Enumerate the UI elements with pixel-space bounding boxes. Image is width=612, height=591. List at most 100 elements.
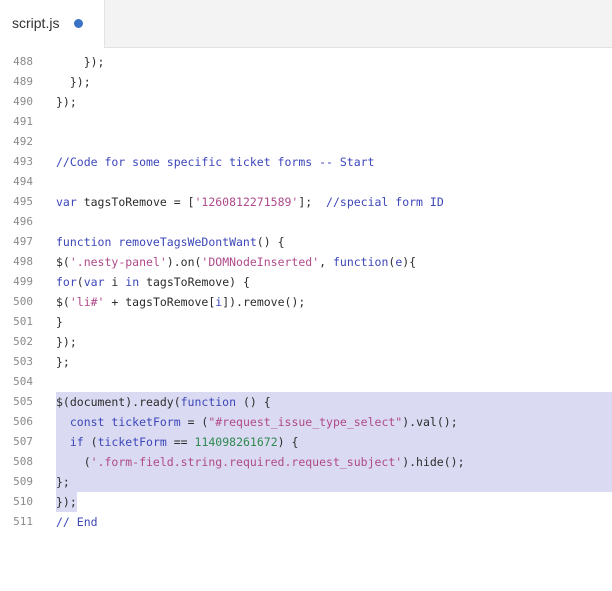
line-number: 509 — [13, 475, 33, 488]
line-number: 506 — [13, 415, 33, 428]
code-line[interactable]: 503}; — [0, 352, 612, 372]
code-text: if (ticketForm == 114098261672) { — [56, 432, 299, 452]
unsaved-dot-icon[interactable] — [74, 19, 83, 28]
code-token: var — [56, 195, 84, 209]
code-text: // End — [56, 512, 98, 532]
code-text: }; — [56, 472, 70, 492]
code-token: removeTagsWeDontWant — [118, 235, 257, 249]
code-line[interactable]: 497 function removeTagsWeDontWant() { — [0, 232, 612, 252]
line-number: 497 — [13, 235, 33, 248]
code-line[interactable]: 506 const ticketForm = ("#request_issue_… — [0, 412, 612, 432]
code-token: = ( — [180, 415, 209, 429]
code-line[interactable]: 509}; — [0, 472, 612, 492]
line-number: 494 — [13, 175, 33, 188]
code-token: if — [69, 435, 91, 449]
code-line[interactable]: 507 if (ticketForm == 114098261672) { — [0, 432, 612, 452]
code-token: 114098261672 — [194, 435, 278, 449]
code-line[interactable]: 492 — [0, 132, 612, 152]
code-text: for(var i in tagsToRemove) { — [56, 272, 250, 292]
code-text: }); — [56, 492, 77, 512]
code-token: $( — [56, 295, 70, 309]
code-line[interactable]: 510}); — [0, 492, 612, 512]
code-token: tagsToRemove) { — [146, 275, 250, 289]
code-token: , — [319, 255, 333, 269]
code-text: }); — [56, 332, 77, 352]
code-token: + tagsToRemove[ — [104, 295, 216, 309]
code-line[interactable]: 495 var tagsToRemove = ['1260812271589'];… — [0, 192, 612, 212]
code-token: () { — [236, 395, 271, 409]
line-number: 493 — [13, 155, 33, 168]
code-text: $('.nesty-panel').on('DOMNodeInserted', … — [56, 252, 416, 272]
code-token: //special form ID — [326, 195, 444, 209]
code-line[interactable]: 502}); — [0, 332, 612, 352]
code-token: ]; — [298, 195, 327, 209]
code-editor[interactable]: 488 }); 489 }); 490}); 491 492 493//Code for … — [0, 52, 612, 591]
code-text: }; — [56, 352, 70, 372]
code-token: ( — [76, 275, 84, 289]
code-line[interactable]: 504 — [0, 372, 612, 392]
line-number: 499 — [13, 275, 33, 288]
line-number: 501 — [13, 315, 33, 328]
code-text: const ticketForm = ("#request_issue_type… — [56, 412, 458, 432]
code-token: // End — [56, 515, 98, 529]
line-number: 489 — [13, 75, 33, 88]
code-token: ]).remove(); — [222, 295, 306, 309]
code-token: ticketForm — [111, 415, 181, 429]
line-number: 496 — [13, 215, 33, 228]
code-token: ( — [90, 435, 98, 449]
code-token: ).hide(); — [402, 455, 465, 469]
line-number: 505 — [13, 395, 33, 408]
line-number: 500 — [13, 295, 33, 308]
tab-bar: script.js — [0, 0, 612, 48]
code-token: '1260812271589' — [194, 195, 299, 209]
code-token: for — [56, 275, 77, 289]
code-line[interactable]: 499 for(var i in tagsToRemove) { — [0, 272, 612, 292]
code-token: function — [332, 255, 389, 269]
code-text: }); — [56, 72, 91, 92]
code-text: //Code for some specific ticket forms --… — [56, 152, 375, 172]
code-token: }); — [56, 335, 77, 349]
code-token: ticketForm — [97, 435, 167, 449]
code-token: == — [166, 435, 195, 449]
tab-filename: script.js — [12, 15, 60, 31]
code-line[interactable]: 493 //Code for some specific ticket forms… — [0, 152, 612, 172]
code-token: ( — [56, 455, 91, 469]
code-token: }); — [56, 495, 77, 509]
code-line[interactable]: 501} — [0, 312, 612, 332]
code-token: '.form-field.string.required.request_sub… — [90, 455, 403, 469]
code-line[interactable]: 505 $(document).ready(function () { — [0, 392, 612, 412]
code-token: 'li#' — [69, 295, 105, 309]
code-line[interactable]: 488 }); — [0, 52, 612, 72]
code-line[interactable]: 496 — [0, 212, 612, 232]
code-text: var tagsToRemove = ['1260812271589']; //… — [56, 192, 444, 212]
tab-script-js[interactable]: script.js — [0, 0, 105, 48]
tab-bar-divider — [105, 47, 612, 48]
code-line[interactable]: 494 — [0, 172, 612, 192]
code-line[interactable]: 511 // End — [0, 512, 612, 532]
code-token: '.nesty-panel' — [69, 255, 167, 269]
code-token: var — [83, 275, 112, 289]
code-text: $(document).ready(function () { — [56, 392, 271, 412]
line-number: 495 — [13, 195, 33, 208]
line-number: 491 — [13, 115, 33, 128]
code-line[interactable]: 491 — [0, 112, 612, 132]
code-token: ) { — [277, 435, 299, 449]
line-number: 488 — [13, 55, 33, 68]
line-number: 502 — [13, 335, 33, 348]
code-token: 'DOMNodeInserted' — [201, 255, 320, 269]
code-line[interactable]: 508 ('.form-field.string.required.reques… — [0, 452, 612, 472]
line-number: 492 — [13, 135, 33, 148]
code-line[interactable]: 500 $('li#' + tagsToRemove[i]).remove(); — [0, 292, 612, 312]
code-token: }); — [56, 75, 91, 89]
code-token: function — [180, 395, 237, 409]
code-text: }); — [56, 52, 105, 72]
code-token: }); — [56, 55, 105, 69]
code-text: } — [56, 312, 63, 332]
code-line[interactable]: 498 $('.nesty-panel').on('DOMNodeInserted… — [0, 252, 612, 272]
code-token: ).on( — [166, 255, 202, 269]
code-token: }; — [56, 355, 70, 369]
code-line[interactable]: 490}); — [0, 92, 612, 112]
code-text: function removeTagsWeDontWant() { — [56, 232, 285, 252]
code-line[interactable]: 489 }); — [0, 72, 612, 92]
